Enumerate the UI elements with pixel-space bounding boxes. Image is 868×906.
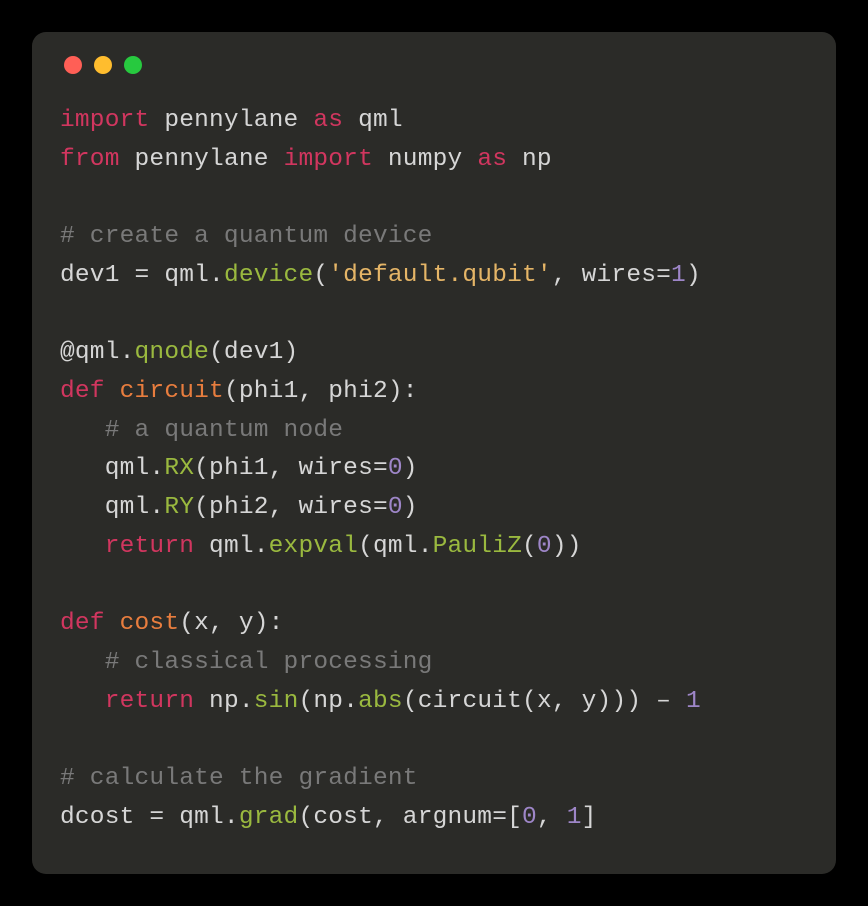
code-token-kw: return <box>105 533 194 560</box>
code-token-kw: as <box>477 146 507 173</box>
code-token-txt: (circuit(x, y))) – <box>403 688 686 715</box>
code-token-txt <box>60 649 105 676</box>
code-token-fn: qnode <box>135 339 210 366</box>
zoom-icon[interactable] <box>124 56 142 74</box>
minimize-icon[interactable] <box>94 56 112 74</box>
code-token-txt: (phi1, wires= <box>194 455 388 482</box>
code-token-kw: as <box>313 107 343 134</box>
code-token-num: 0 <box>522 804 537 831</box>
code-token-txt <box>60 533 105 560</box>
code-token-name: cost <box>120 610 180 637</box>
code-token-txt: ) <box>403 455 418 482</box>
code-token-txt: (phi2, wires= <box>194 494 388 521</box>
code-token-txt: ) <box>403 494 418 521</box>
code-token-num: 0 <box>388 494 403 521</box>
code-token-txt: (cost, argnum=[ <box>298 804 522 831</box>
code-token-cmt: # classical processing <box>105 649 433 676</box>
code-token-txt: pennylane <box>149 107 313 134</box>
code-token-fn: abs <box>358 688 403 715</box>
code-token-txt <box>60 688 105 715</box>
code-token-num: 0 <box>537 533 552 560</box>
window-titlebar <box>60 56 808 74</box>
code-token-txt: ( <box>313 262 328 289</box>
code-token-txt <box>60 417 105 444</box>
code-token-fn: sin <box>254 688 299 715</box>
code-token-txt <box>105 378 120 405</box>
code-token-fn: grad <box>239 804 299 831</box>
code-token-fn: PauliZ <box>433 533 522 560</box>
code-token-fn: RX <box>164 455 194 482</box>
code-token-txt: qml. <box>194 533 269 560</box>
code-token-num: 1 <box>567 804 582 831</box>
code-token-txt: np. <box>194 688 254 715</box>
code-token-txt: (phi1, phi2): <box>224 378 418 405</box>
code-token-kw: def <box>60 610 105 637</box>
code-block: import pennylane as qml from pennylane i… <box>60 102 808 837</box>
code-token-txt: ] <box>582 804 597 831</box>
code-token-txt: ( <box>522 533 537 560</box>
code-token-txt: (x, y): <box>179 610 283 637</box>
code-token-kw: import <box>60 107 149 134</box>
code-token-kw: def <box>60 378 105 405</box>
code-token-txt: qml. <box>60 494 164 521</box>
code-token-txt: , wires= <box>552 262 671 289</box>
code-window: import pennylane as qml from pennylane i… <box>32 32 836 874</box>
code-token-num: 0 <box>388 455 403 482</box>
code-token-txt: (np. <box>298 688 358 715</box>
code-token-txt: )) <box>552 533 582 560</box>
code-token-txt: dcost = qml. <box>60 804 239 831</box>
code-token-txt: qml. <box>60 455 164 482</box>
code-token-num: 1 <box>686 688 701 715</box>
code-token-deco: @qml. <box>60 339 135 366</box>
code-token-txt: dev1 = qml. <box>60 262 224 289</box>
code-token-name: circuit <box>120 378 224 405</box>
code-token-fn: device <box>224 262 313 289</box>
close-icon[interactable] <box>64 56 82 74</box>
code-token-kw: return <box>105 688 194 715</box>
code-token-txt: np <box>507 146 552 173</box>
code-token-txt: pennylane <box>120 146 284 173</box>
code-token-num: 1 <box>671 262 686 289</box>
code-token-cmt: # a quantum node <box>105 417 343 444</box>
code-token-txt: (qml. <box>358 533 433 560</box>
code-token-txt: ) <box>686 262 701 289</box>
code-token-kw: import <box>284 146 373 173</box>
code-token-txt: qml <box>343 107 403 134</box>
code-token-cmt: # create a quantum device <box>60 223 433 250</box>
code-token-fn: expval <box>269 533 358 560</box>
code-token-cmt: # calculate the gradient <box>60 765 418 792</box>
code-token-txt: (dev1) <box>209 339 298 366</box>
code-token-txt: , <box>537 804 567 831</box>
code-token-kw: from <box>60 146 120 173</box>
code-token-txt <box>105 610 120 637</box>
code-token-txt: numpy <box>373 146 477 173</box>
code-token-fn: RY <box>164 494 194 521</box>
code-token-str: 'default.qubit' <box>328 262 552 289</box>
